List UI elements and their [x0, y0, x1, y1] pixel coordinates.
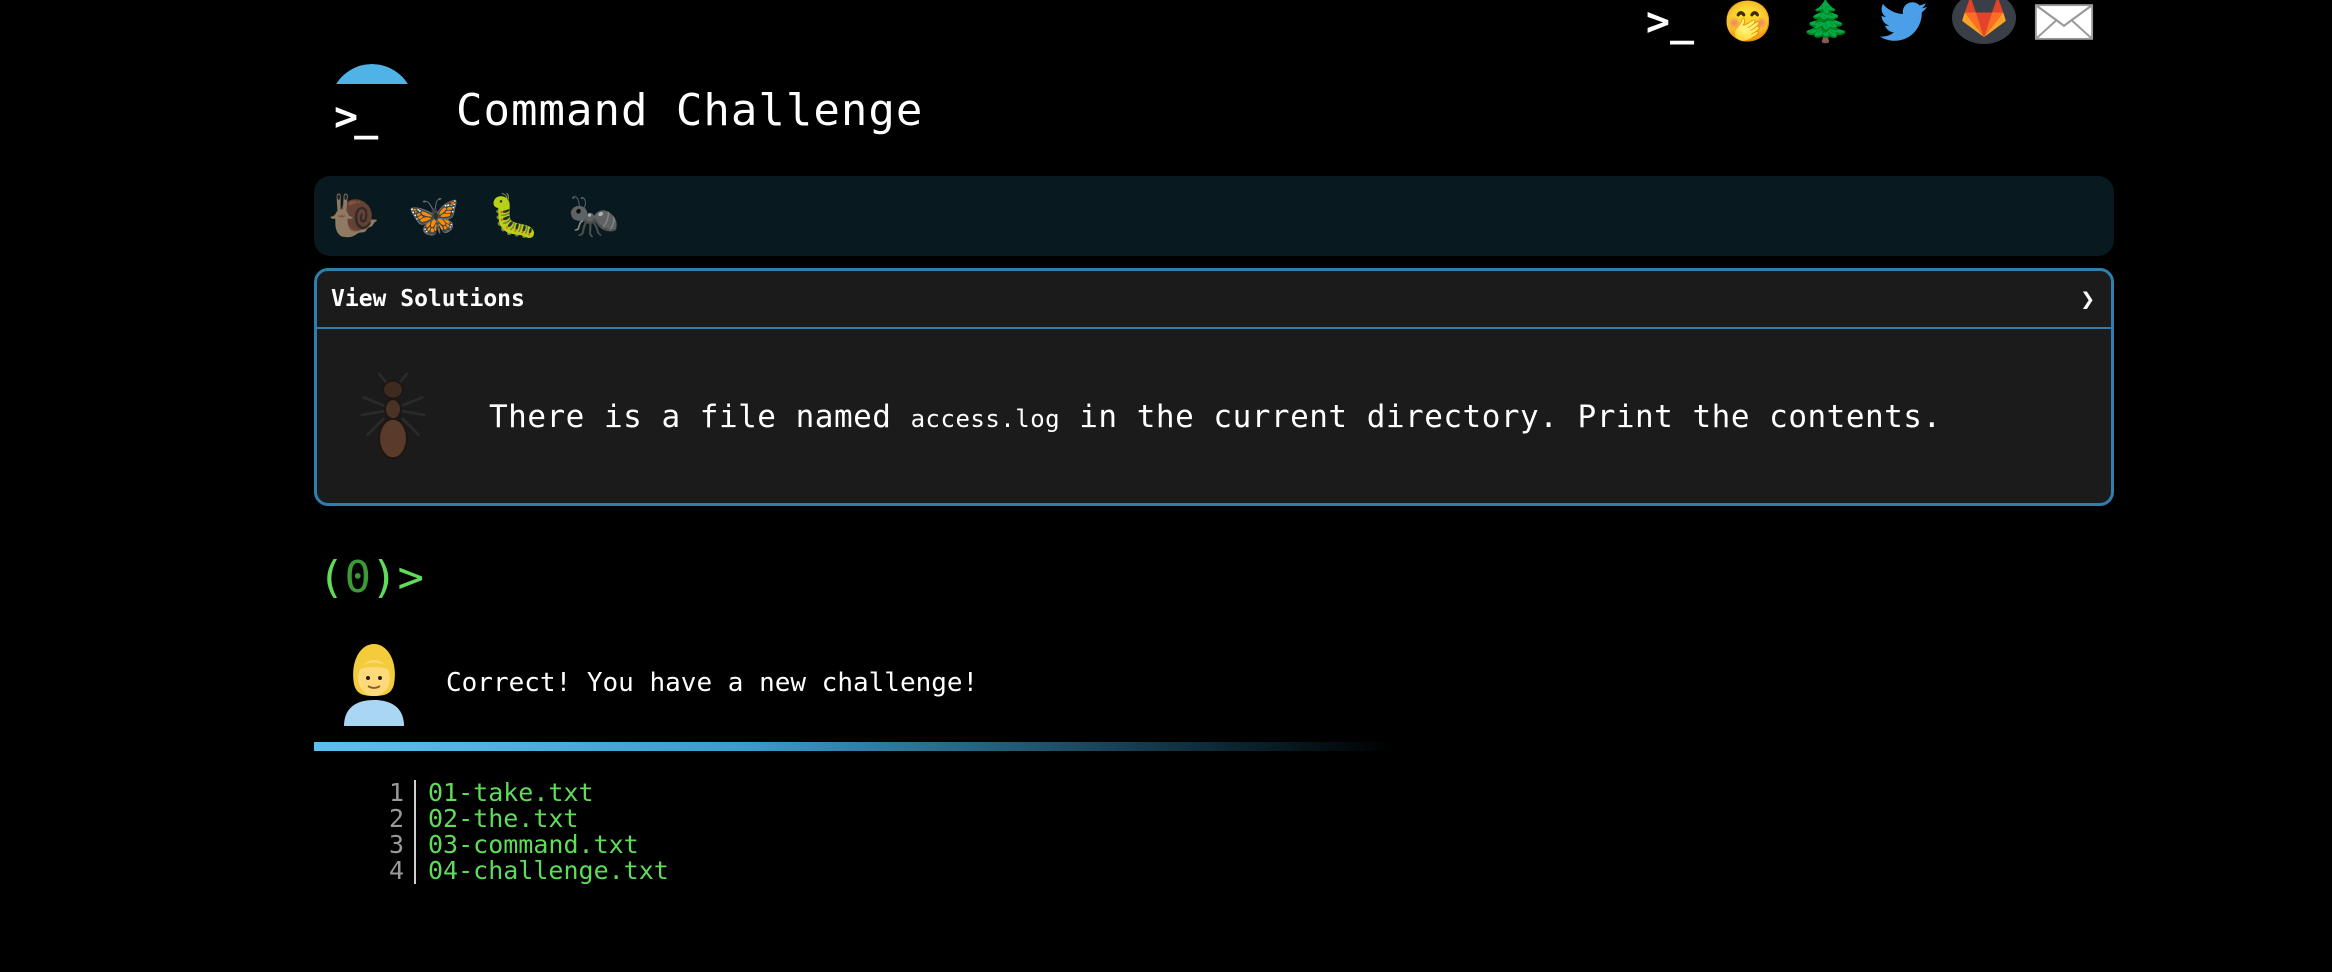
challenge-body: There is a file named access.log in the … — [317, 329, 2111, 503]
level-bar: 🐌 🦋 🐛 🐜 — [314, 176, 2114, 256]
output-line: 4 04-challenge.txt — [380, 858, 669, 884]
response: Correct! You have a new challenge! — [336, 640, 978, 726]
filename: access.log — [910, 405, 1061, 433]
chevron-right-icon[interactable]: ❯ — [2081, 285, 2095, 313]
ant-icon[interactable]: 🐜 — [566, 188, 622, 244]
output-line: 2 02-the.txt — [380, 806, 669, 832]
command-input[interactable] — [440, 552, 2044, 606]
shushing-face-icon[interactable]: 🤭 — [1718, 0, 1778, 44]
envelope-icon[interactable] — [2034, 0, 2094, 44]
terminal-prompt-icon: >_ — [334, 94, 378, 140]
twitter-icon[interactable] — [1874, 0, 1934, 44]
output-line: 3 03-command.txt — [380, 832, 669, 858]
view-solutions-label: View Solutions — [331, 286, 525, 312]
top-nav: >_ 🤭 🌲 — [1640, 0, 2094, 44]
command-output: 1 01-take.txt 2 02-the.txt 3 03-command.… — [380, 780, 669, 884]
page-title: Command Challenge — [456, 84, 924, 136]
output-line: 1 01-take.txt — [380, 780, 669, 806]
page: >_ 🤭 🌲 >_ Command Challenge 🐌 🦋 🐛 🐜 View… — [0, 0, 2332, 972]
challenge-panel: View Solutions ❯ There is a file named a… — [314, 268, 2114, 506]
line-text: 03-command.txt — [428, 830, 639, 859]
view-solutions-toggle[interactable]: View Solutions ❯ — [317, 271, 2111, 329]
command-prompt: (0)> — [318, 552, 424, 603]
line-text: 04-challenge.txt — [428, 856, 669, 885]
snail-icon[interactable]: 🐌 — [326, 188, 382, 244]
woman-avatar-icon — [344, 644, 404, 726]
response-message: Correct! You have a new challenge! — [446, 668, 979, 698]
line-number: 4 — [380, 858, 416, 884]
line-text: 02-the.txt — [428, 804, 579, 833]
ant-icon — [353, 372, 433, 462]
line-text: 01-take.txt — [428, 778, 594, 807]
tree-icon[interactable]: 🌲 — [1796, 0, 1856, 44]
attempt-count: 0 — [344, 552, 372, 603]
divider — [314, 742, 1394, 751]
line-number: 2 — [380, 806, 416, 832]
line-number: 3 — [380, 832, 416, 858]
line-number: 1 — [380, 780, 416, 806]
logo[interactable]: >_ — [326, 64, 418, 156]
caterpillar-icon[interactable]: 🐛 — [486, 188, 542, 244]
gitlab-icon[interactable] — [1952, 0, 2016, 44]
header: >_ Command Challenge — [326, 64, 923, 156]
challenge-text: There is a file named access.log in the … — [489, 399, 1942, 435]
prompt-home-icon[interactable]: >_ — [1640, 0, 1700, 44]
butterfly-icon[interactable]: 🦋 — [406, 188, 462, 244]
